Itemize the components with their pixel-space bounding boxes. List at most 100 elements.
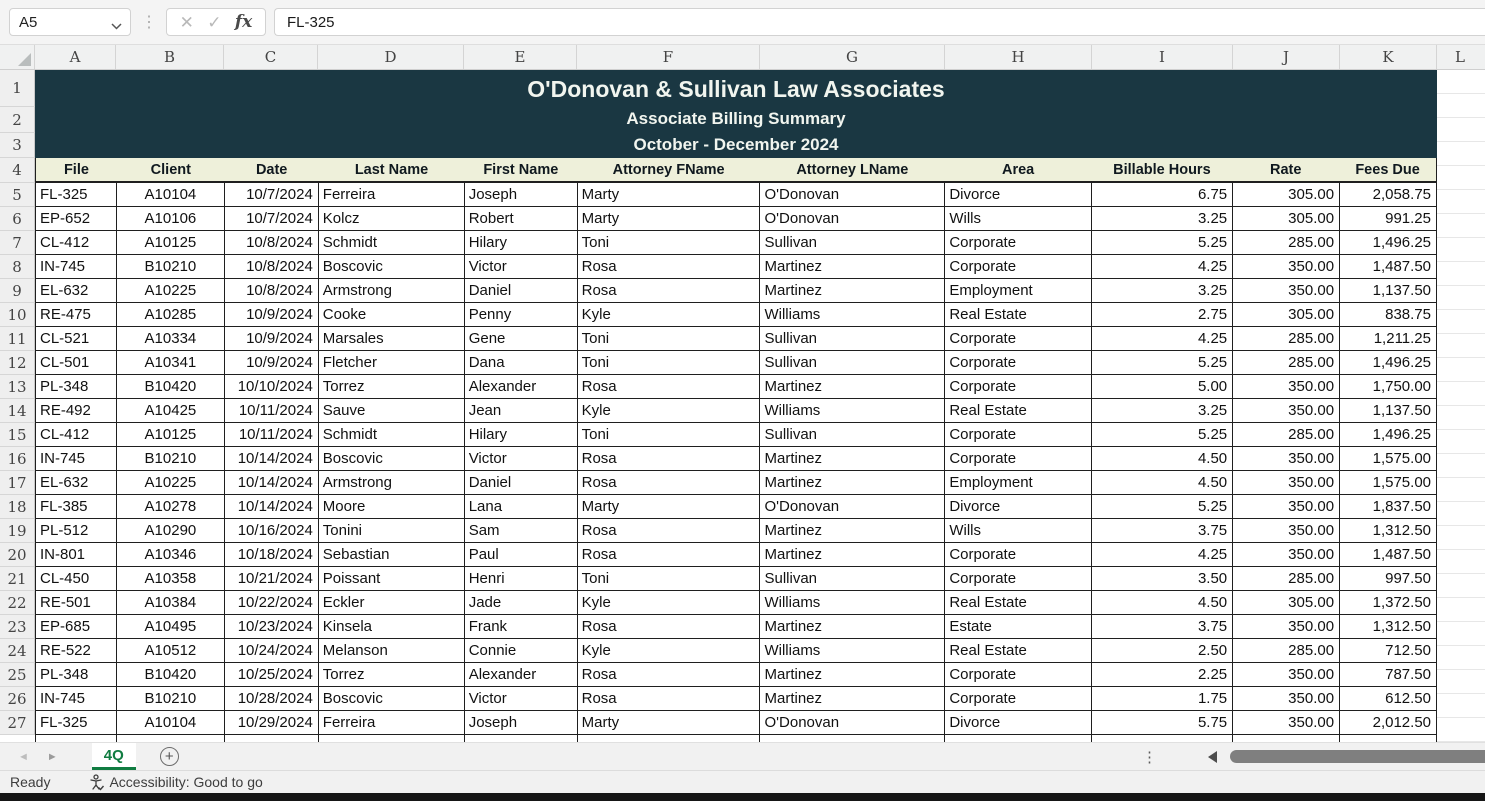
cell-C24[interactable]: 10/24/2024 [224,639,319,663]
cell-G19[interactable]: Martinez [760,519,946,543]
row-header-10[interactable]: 10 [0,303,35,327]
cell-B15[interactable]: A10125 [116,423,225,447]
table-header-fees-due[interactable]: Fees Due [1339,158,1436,181]
cell-E6[interactable]: Robert [464,207,578,231]
cell-K11[interactable]: 1,211.25 [1340,327,1437,351]
cell-B18[interactable]: A10278 [116,495,225,519]
cell-G10[interactable]: Williams [760,303,946,327]
cell-D13[interactable]: Torrez [318,375,465,399]
cell-K17[interactable]: 1,575.00 [1340,471,1437,495]
cell-C22[interactable]: 10/22/2024 [224,591,319,615]
cell-E19[interactable]: Sam [464,519,578,543]
cell-B20[interactable]: A10346 [116,543,225,567]
table-header-billable-hours[interactable]: Billable Hours [1092,158,1233,181]
cell-A12[interactable]: CL-501 [36,351,117,375]
cell-G7[interactable]: Sullivan [760,231,946,255]
cell-E17[interactable]: Daniel [464,471,578,495]
cell-D15[interactable]: Schmidt [318,423,465,447]
cell-A13[interactable]: PL-348 [36,375,117,399]
cell-H12[interactable]: Corporate [945,351,1093,375]
select-all-button[interactable] [0,45,35,69]
cell-K10[interactable]: 838.75 [1340,303,1437,327]
cell-I27[interactable]: 5.75 [1092,711,1234,735]
cell-F16[interactable]: Rosa [577,447,761,471]
cell-I20[interactable]: 4.25 [1092,543,1234,567]
cell-B12[interactable]: A10341 [116,351,225,375]
cell-B6[interactable]: A10106 [116,207,225,231]
cell-G24[interactable]: Williams [760,639,946,663]
cell-C5[interactable]: 10/7/2024 [224,183,319,207]
column-header-B[interactable]: B [116,45,224,69]
row-header-8[interactable]: 8 [0,255,35,279]
row-header-5[interactable]: 5 [0,183,35,207]
cell-H17[interactable]: Employment [945,471,1093,495]
cell-A19[interactable]: PL-512 [36,519,117,543]
cell-H20[interactable]: Corporate [945,543,1093,567]
sheet-nav-left-icon[interactable]: ◄ [18,751,29,763]
cell-G15[interactable]: Sullivan [760,423,946,447]
cell-I19[interactable]: 3.75 [1092,519,1234,543]
cell-B17[interactable]: A10225 [116,471,225,495]
cell-F7[interactable]: Toni [577,231,761,255]
cell-K13[interactable]: 1,750.00 [1340,375,1437,399]
cell-C9[interactable]: 10/8/2024 [224,279,319,303]
cell-F17[interactable]: Rosa [577,471,761,495]
cell-B9[interactable]: A10225 [116,279,225,303]
cell-F12[interactable]: Toni [577,351,761,375]
cell-F5[interactable]: Marty [577,183,761,207]
cell-D23[interactable]: Kinsela [318,615,465,639]
table-header-last-name[interactable]: Last Name [319,158,465,181]
cell-E9[interactable]: Daniel [464,279,578,303]
cell-B26[interactable]: B10210 [116,687,225,711]
row-header-14[interactable]: 14 [0,399,35,423]
cell-G23[interactable]: Martinez [760,615,946,639]
cell-B14[interactable]: A10425 [116,399,225,423]
cell-E24[interactable]: Connie [464,639,578,663]
cell-K25[interactable]: 787.50 [1340,663,1437,687]
cell-H9[interactable]: Employment [945,279,1093,303]
cell-I16[interactable]: 4.50 [1092,447,1234,471]
cell-J21[interactable]: 285.00 [1233,567,1341,591]
cell-A22[interactable]: RE-501 [36,591,117,615]
cell-E16[interactable]: Victor [464,447,578,471]
cell-C16[interactable]: 10/14/2024 [224,447,319,471]
cell-K6[interactable]: 991.25 [1340,207,1437,231]
cell-B27[interactable]: A10104 [116,711,225,735]
cell-A17[interactable]: EL-632 [36,471,117,495]
cell-K5[interactable]: 2,058.75 [1340,183,1437,207]
cell-C14[interactable]: 10/11/2024 [224,399,319,423]
cell-I11[interactable]: 4.25 [1092,327,1234,351]
column-header-E[interactable]: E [464,45,577,69]
cell-F8[interactable]: Rosa [577,255,761,279]
cell-D9[interactable]: Armstrong [318,279,465,303]
column-header-A[interactable]: A [35,45,116,69]
row-header-18[interactable]: 18 [0,495,35,519]
cell-B23[interactable]: A10495 [116,615,225,639]
cell-E25[interactable]: Alexander [464,663,578,687]
cell-I5[interactable]: 6.75 [1092,183,1234,207]
cell-A23[interactable]: EP-685 [36,615,117,639]
cell-D25[interactable]: Torrez [318,663,465,687]
cell-H7[interactable]: Corporate [945,231,1093,255]
cell-J27[interactable]: 350.00 [1233,711,1341,735]
table-header-client[interactable]: Client [117,158,225,181]
cell-B13[interactable]: B10420 [116,375,225,399]
cell-H19[interactable]: Wills [945,519,1093,543]
chevron-down-icon[interactable] [111,17,122,34]
cell-H28[interactable] [945,735,1093,742]
row-header-26[interactable]: 26 [0,687,35,711]
cell-F11[interactable]: Toni [577,327,761,351]
cell-J25[interactable]: 350.00 [1233,663,1341,687]
cell-A20[interactable]: IN-801 [36,543,117,567]
row-header-12[interactable]: 12 [0,351,35,375]
cell-D16[interactable]: Boscovic [318,447,465,471]
cell-F9[interactable]: Rosa [577,279,761,303]
cell-E22[interactable]: Jade [464,591,578,615]
cell-J12[interactable]: 285.00 [1233,351,1341,375]
cell-C21[interactable]: 10/21/2024 [224,567,319,591]
cell-F20[interactable]: Rosa [577,543,761,567]
cell-G11[interactable]: Sullivan [760,327,946,351]
cell-C15[interactable]: 10/11/2024 [224,423,319,447]
cell-C19[interactable]: 10/16/2024 [224,519,319,543]
cell-J17[interactable]: 350.00 [1233,471,1341,495]
